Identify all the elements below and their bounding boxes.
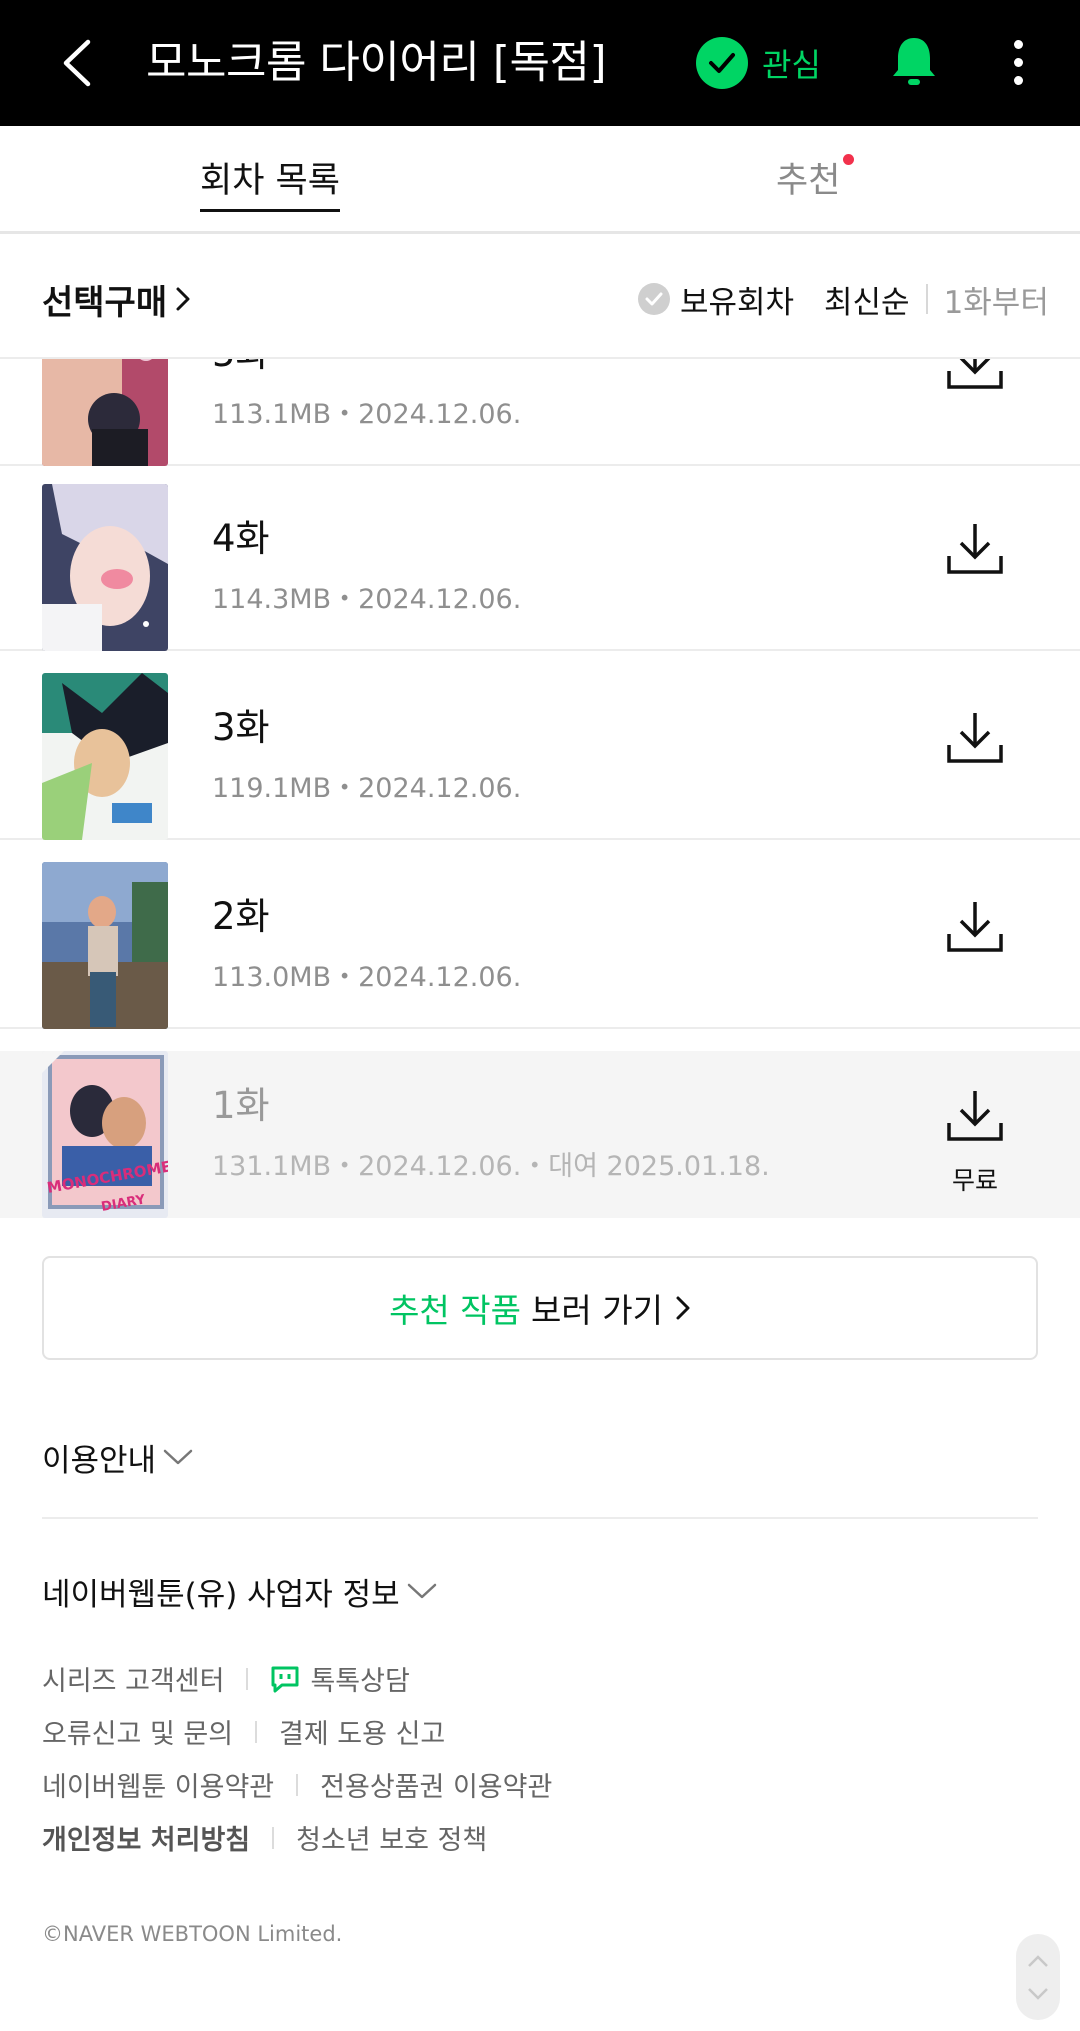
episode-row[interactable]: 3화 119.1MB・2024.12.06.	[0, 673, 1080, 840]
episode-thumbnail	[42, 359, 168, 466]
check-icon	[638, 283, 670, 315]
chevron-down-icon[interactable]	[1027, 1987, 1049, 2001]
episode-meta: 131.1MB・2024.12.06.・대여 2025.01.18.	[212, 1151, 770, 1182]
top-bar: 모노크롬 다이어리 [독점] 관심	[0, 0, 1080, 126]
tab-label: 추천	[776, 161, 841, 201]
error-report-link[interactable]: 오류신고 및 문의	[42, 1712, 233, 1751]
filter-bar: 선택구매 보유회차 최신순 1화부터	[0, 237, 1080, 359]
recommend-label: 보러 가기	[531, 1291, 663, 1330]
chevron-up-icon[interactable]	[1027, 1954, 1049, 1968]
episode-row[interactable]: 2화 113.0MB・2024.12.06.	[0, 862, 1080, 1029]
sort-latest-option[interactable]: 최신순	[824, 277, 910, 322]
talk-chat-icon	[271, 1666, 299, 1692]
tab-label: 회차 목록	[200, 161, 340, 201]
free-badge: 무료	[952, 1166, 999, 1195]
episode-thumbnail	[42, 484, 168, 651]
episode-row[interactable]: 4화 114.3MB・2024.12.06.	[0, 484, 1080, 651]
tab-recommend[interactable]: 추천	[776, 154, 855, 206]
business-info-label: 네이버웹툰(유) 사업자 정보	[42, 1576, 400, 1613]
episode-title: 2화	[212, 895, 270, 938]
page-title: 모노크롬 다이어리 [독점]	[146, 37, 607, 88]
active-tab-underline	[200, 209, 340, 212]
copyright-text: ©NAVER WEBTOON Limited.	[42, 1922, 343, 1946]
business-info-toggle[interactable]: 네이버웹툰(유) 사업자 정보	[42, 1566, 438, 1616]
chevron-left-icon	[63, 39, 91, 87]
episode-meta: 119.1MB・2024.12.06.	[212, 773, 522, 804]
download-icon[interactable]	[946, 709, 1004, 765]
sort-options: 최신순 1화부터	[824, 275, 1049, 323]
voucher-terms-link[interactable]: 전용상품권 이용약관	[320, 1765, 552, 1804]
divider	[255, 1720, 258, 1743]
episode-thumbnail: MONOCHROME DIARY	[42, 1051, 168, 1218]
select-buy-button[interactable]: 선택구매	[42, 275, 191, 323]
episode-meta: 113.1MB・2024.12.06.	[212, 399, 522, 430]
footer-links: 시리즈 고객센터 톡톡상담 오류신고 및 문의 결제 도용 신고 네이버웹툰 이…	[42, 1652, 552, 1864]
tab-episode-list[interactable]: 회차 목록	[200, 156, 340, 212]
usage-info-toggle[interactable]: 이용안내	[42, 1432, 194, 1482]
usage-info-label: 이용안내	[42, 1442, 157, 1479]
episode-title: 3화	[212, 706, 270, 749]
episode-meta: 114.3MB・2024.12.06.	[212, 584, 522, 615]
divider	[296, 1773, 299, 1796]
download-icon[interactable]	[946, 359, 1004, 391]
divider	[925, 284, 928, 314]
episode-list: 5화 113.1MB・2024.12.06. 4화 114.3MB・2024.1…	[0, 359, 1080, 1219]
recommend-highlight: 추천 작품	[389, 1291, 521, 1330]
download-icon[interactable]	[946, 1087, 1004, 1143]
episode-title: 1화	[212, 1084, 270, 1127]
favorite-label: 관심	[762, 46, 821, 84]
webtoon-terms-link[interactable]: 네이버웹툰 이용약관	[42, 1765, 274, 1804]
download-icon[interactable]	[946, 898, 1004, 954]
chevron-down-icon	[407, 1583, 436, 1599]
favorite-button[interactable]: 관심	[696, 36, 821, 90]
recommend-works-button[interactable]: 추천 작품 보러 가기	[42, 1256, 1038, 1360]
owned-label: 보유회차	[680, 284, 795, 321]
more-options-icon[interactable]	[1000, 32, 1036, 92]
chevron-right-icon	[176, 287, 190, 311]
check-circle-icon	[696, 37, 748, 89]
back-button[interactable]	[42, 28, 112, 98]
section-divider	[42, 1517, 1038, 1519]
select-buy-label: 선택구매	[42, 282, 168, 323]
divider	[272, 1826, 275, 1849]
tab-bar: 회차 목록 추천	[0, 126, 1080, 234]
talk-consult-link[interactable]: 톡톡상담	[310, 1659, 409, 1698]
download-icon[interactable]	[946, 520, 1004, 576]
owned-episodes-toggle[interactable]: 보유회차	[638, 275, 794, 323]
episode-title: 5화	[212, 359, 270, 379]
episode-thumbnail	[42, 673, 168, 840]
scroll-control[interactable]	[1016, 1934, 1060, 2020]
youth-policy-link[interactable]: 청소년 보호 정책	[296, 1818, 487, 1857]
bell-icon[interactable]	[884, 32, 944, 92]
divider	[246, 1667, 249, 1690]
chevron-down-icon	[163, 1449, 193, 1465]
privacy-policy-link[interactable]: 개인정보 처리방침	[42, 1818, 250, 1857]
payment-report-link[interactable]: 결제 도용 신고	[279, 1712, 445, 1751]
series-support-link[interactable]: 시리즈 고객센터	[42, 1659, 224, 1698]
episode-row[interactable]: MONOCHROME DIARY 1화 131.1MB・2024.12.06.・…	[0, 1051, 1080, 1218]
episode-thumbnail	[42, 862, 168, 1029]
new-dot-badge	[843, 154, 855, 165]
episode-row[interactable]: 5화 113.1MB・2024.12.06.	[0, 359, 1080, 466]
sort-first-option[interactable]: 1화부터	[944, 277, 1049, 322]
episode-title: 4화	[212, 517, 270, 560]
episode-meta: 113.0MB・2024.12.06.	[212, 962, 522, 993]
chevron-right-icon	[676, 1296, 690, 1320]
